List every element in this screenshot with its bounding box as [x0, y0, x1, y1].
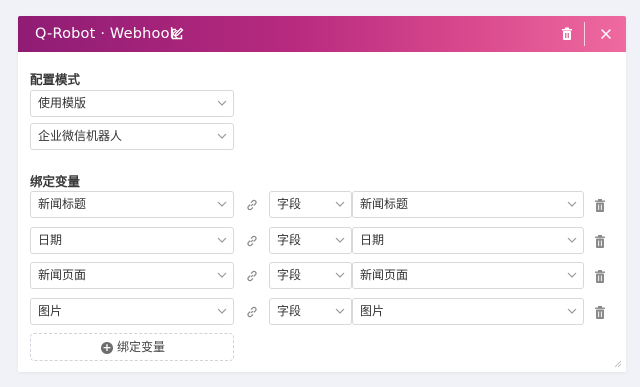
chevron-down-icon [567, 308, 577, 314]
source-type-select[interactable]: 字段 [269, 227, 352, 254]
resize-handle-icon[interactable] [614, 360, 622, 368]
delete-row-icon[interactable] [593, 234, 607, 249]
panel-title: Q-Robot · Webhook [35, 26, 179, 42]
field-value: 新闻页面 [360, 268, 409, 282]
field-value: 新闻标题 [360, 197, 409, 211]
delete-row-icon[interactable] [593, 305, 607, 320]
field-select[interactable]: 新闻页面 [352, 262, 584, 289]
add-binding-button[interactable]: + 绑定变量 [30, 333, 234, 361]
delete-webhook-icon[interactable] [559, 26, 575, 42]
close-icon[interactable] [598, 26, 614, 42]
bind-variables-label: 绑定变量 [30, 174, 81, 189]
variable-select[interactable]: 新闻标题 [30, 191, 234, 218]
panel-header: Q-Robot · Webhook [18, 16, 626, 52]
chevron-down-icon [335, 237, 345, 243]
link-icon [247, 235, 257, 247]
chevron-down-icon [217, 272, 227, 278]
add-binding-label: 绑定变量 [117, 340, 166, 354]
chevron-down-icon [217, 100, 227, 106]
source-type-select[interactable]: 字段 [269, 262, 352, 289]
chevron-down-icon [217, 308, 227, 314]
link-icon [247, 270, 257, 282]
chevron-down-icon [567, 201, 577, 207]
source-type-value: 字段 [277, 304, 302, 318]
chevron-down-icon [567, 272, 577, 278]
chevron-down-icon [335, 272, 345, 278]
source-type-select[interactable]: 字段 [269, 298, 352, 325]
chevron-down-icon [217, 133, 227, 139]
chevron-down-icon [217, 237, 227, 243]
webhook-config-panel: Q-Robot · Webhook 配置模式 使用模版 企业微信机器人 绑定变量… [18, 16, 626, 372]
plus-circle-icon: + [101, 341, 113, 354]
edit-icon[interactable] [170, 27, 184, 41]
field-value: 日期 [360, 233, 385, 247]
variable-value: 新闻标题 [38, 197, 87, 211]
chevron-down-icon [335, 201, 345, 207]
header-divider [584, 22, 585, 46]
chevron-down-icon [335, 308, 345, 314]
variable-value: 新闻页面 [38, 268, 87, 282]
field-select[interactable]: 图片 [352, 298, 584, 325]
field-select[interactable]: 新闻标题 [352, 191, 584, 218]
config-mode-select[interactable]: 使用模版 [30, 90, 234, 117]
delete-row-icon[interactable] [593, 269, 607, 284]
source-type-value: 字段 [277, 268, 302, 282]
template-value: 企业微信机器人 [38, 129, 123, 143]
chevron-down-icon [217, 201, 227, 207]
source-type-value: 字段 [277, 197, 302, 211]
source-type-value: 字段 [277, 233, 302, 247]
config-mode-label: 配置模式 [30, 72, 81, 87]
field-value: 图片 [360, 304, 385, 318]
chevron-down-icon [567, 237, 577, 243]
variable-value: 图片 [38, 304, 63, 318]
variable-select[interactable]: 日期 [30, 227, 234, 254]
config-mode-value: 使用模版 [38, 96, 87, 110]
variable-select[interactable]: 新闻页面 [30, 262, 234, 289]
source-type-select[interactable]: 字段 [269, 191, 352, 218]
link-icon [247, 306, 257, 318]
link-icon [247, 199, 257, 211]
field-select[interactable]: 日期 [352, 227, 584, 254]
variable-select[interactable]: 图片 [30, 298, 234, 325]
template-select[interactable]: 企业微信机器人 [30, 123, 234, 150]
delete-row-icon[interactable] [593, 198, 607, 213]
variable-value: 日期 [38, 233, 63, 247]
